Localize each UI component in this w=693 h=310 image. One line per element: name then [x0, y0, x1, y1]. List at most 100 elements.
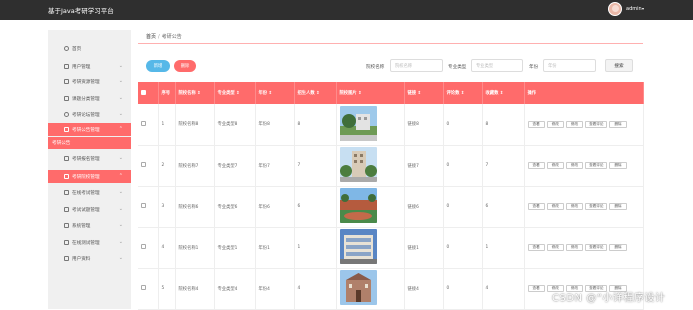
grid-icon [64, 79, 69, 84]
delete-row-button[interactable]: 删除 [609, 120, 627, 128]
edit-button[interactable]: 修改 [565, 162, 584, 169]
cell-ops: 查看 修改 修改 查看评论 删除 [524, 186, 644, 228]
row-checkbox[interactable] [141, 285, 146, 290]
row-checkbox[interactable] [141, 162, 146, 167]
delete-row-button[interactable]: 删除 [609, 203, 627, 210]
cell-link[interactable]: 链接8 [404, 104, 444, 146]
column-header[interactable]: 评论数 ⇕ [443, 82, 483, 104]
edit-button[interactable]: 修改 [565, 120, 584, 128]
chevron-down-icon: ⌄ [118, 78, 123, 84]
column-header[interactable]: 收藏数 ⇕ [482, 82, 525, 104]
top-bar: 基于Java考研学习平台 admin ▾ [0, 0, 693, 20]
chevron-down-icon: ⌄ [118, 189, 123, 195]
view-button[interactable]: 查看 [527, 162, 545, 169]
cell-type: 专业类型8 [214, 104, 256, 146]
row-checkbox[interactable] [141, 244, 146, 249]
cell-index: 4 [158, 227, 176, 269]
grid-icon [64, 96, 69, 101]
breadcrumb: 首页 / 考研公告 [138, 30, 643, 44]
cell-link[interactable]: 链接4 [404, 268, 444, 310]
avatar[interactable] [608, 2, 622, 16]
cell-school: 院校名称1 [175, 227, 215, 269]
column-header[interactable]: 院校图片 ⇕ [336, 82, 405, 104]
type-filter-input[interactable]: 专业类型 [471, 59, 523, 72]
column-header[interactable]: 院校名称 ⇕ [175, 82, 215, 104]
row-checkbox[interactable] [141, 203, 146, 208]
view-button[interactable]: 查看 [527, 285, 545, 292]
cell-link[interactable]: 链接6 [404, 186, 444, 228]
sidebar-item-label: 在线考试管理 [72, 190, 100, 196]
sidebar-item-home[interactable]: 首页 [48, 42, 131, 55]
edit-button[interactable]: 修改 [546, 203, 564, 210]
column-header[interactable]: 年份 ⇕ [255, 82, 295, 104]
school-image [339, 229, 377, 264]
edit-button[interactable]: 修改 [565, 244, 584, 251]
cell-comments: 0 [443, 145, 483, 187]
sidebar-item-users[interactable]: 用户管理 ⌄ [48, 60, 131, 73]
select-all-checkbox[interactable] [138, 82, 159, 104]
sidebar-item-forum[interactable]: 考研论坛管理 ⌄ [48, 108, 131, 121]
table-row: 3 院校名称6 专业类型6 年份6 6 链接6 0 6 查看 修改 修改 查看评… [138, 186, 644, 228]
sidebar-item-tests[interactable]: 在线测试管理 ⌄ [48, 236, 131, 249]
sidebar-item-resources[interactable]: 考研资源管理 ⌄ [48, 75, 131, 88]
cell-index: 5 [158, 268, 176, 310]
cell-count: 1 [294, 227, 337, 269]
delete-row-button[interactable]: 删除 [609, 244, 627, 251]
cell-link[interactable]: 链接1 [404, 227, 444, 269]
edit-button[interactable]: 修改 [546, 162, 564, 169]
cell-favorites: 1 [482, 227, 525, 269]
row-checkbox[interactable] [141, 120, 146, 126]
column-header[interactable]: 招生人数 ⇕ [294, 82, 337, 104]
sidebar-item-schools[interactable]: 考研院校管理 ⌃ [48, 170, 131, 183]
user-name[interactable]: admin [626, 6, 642, 12]
view-comments-button[interactable]: 查看评论 [585, 120, 608, 128]
sidebar-item-exams[interactable]: 在线考试管理 ⌄ [48, 186, 131, 199]
chat-icon [64, 156, 69, 161]
cell-link[interactable]: 链接7 [404, 145, 444, 187]
view-button[interactable]: 查看 [527, 244, 545, 251]
add-button[interactable]: 新增 [146, 60, 170, 72]
sidebar-item-registration[interactable]: 考研报名管理 ⌄ [48, 152, 131, 165]
breadcrumb-home[interactable]: 首页 [146, 33, 156, 40]
edit-button[interactable]: 修改 [546, 244, 564, 251]
sidebar-subitem-announcement[interactable]: 考研公告 [48, 137, 131, 149]
cell-comments: 0 [443, 104, 483, 146]
chevron-down-icon[interactable]: ▾ [642, 6, 644, 11]
cell-type: 专业类型1 [214, 227, 256, 269]
column-header[interactable]: 专业类型 ⇕ [214, 82, 256, 104]
search-button[interactable]: 搜索 [605, 59, 633, 72]
chevron-down-icon: ⌄ [118, 255, 123, 261]
edit-button[interactable]: 修改 [546, 120, 564, 128]
column-header[interactable]: 链接 ⇕ [404, 82, 444, 104]
sidebar-item-profile[interactable]: 用户资料 ⌄ [48, 252, 131, 265]
cell-type: 专业类型4 [214, 268, 256, 310]
school-image [339, 270, 377, 305]
cell-school: 院校名称8 [175, 104, 215, 146]
checkbox-icon[interactable] [141, 89, 146, 95]
delete-button[interactable]: 删除 [174, 60, 196, 72]
school-filter-input[interactable]: 院校名称 [390, 59, 443, 72]
view-button[interactable]: 查看 [527, 120, 545, 128]
sidebar-item-system[interactable]: 系统管理 ⌄ [48, 219, 131, 232]
view-comments-button[interactable]: 查看评论 [585, 203, 608, 210]
cell-comments: 0 [443, 186, 483, 228]
sidebar-item-announcements[interactable]: 考研公告管理 ⌃ [48, 123, 131, 136]
delete-row-button[interactable]: 删除 [609, 162, 627, 169]
year-filter-input[interactable]: 年份 [543, 59, 596, 72]
edit-button[interactable]: 修改 [565, 203, 584, 210]
sidebar-item-label: 系统管理 [72, 223, 91, 229]
view-comments-button[interactable]: 查看评论 [585, 244, 608, 251]
view-button[interactable]: 查看 [527, 203, 545, 210]
cell-school: 院校名称6 [175, 186, 215, 228]
cell-count: 8 [294, 104, 337, 146]
cell-comments: 0 [443, 227, 483, 269]
cell-index: 1 [158, 104, 176, 146]
doc-icon [64, 127, 69, 132]
sidebar-item-label: 在线测试管理 [72, 240, 100, 246]
view-comments-button[interactable]: 查看评论 [585, 162, 608, 169]
cell-image [336, 145, 405, 187]
year-filter-label: 年份 [529, 65, 539, 70]
lock-icon [64, 174, 69, 179]
sidebar-item-categories[interactable]: 课题分类管理 ⌄ [48, 92, 131, 105]
sidebar-item-questions[interactable]: 考试试题管理 ⌄ [48, 203, 131, 216]
